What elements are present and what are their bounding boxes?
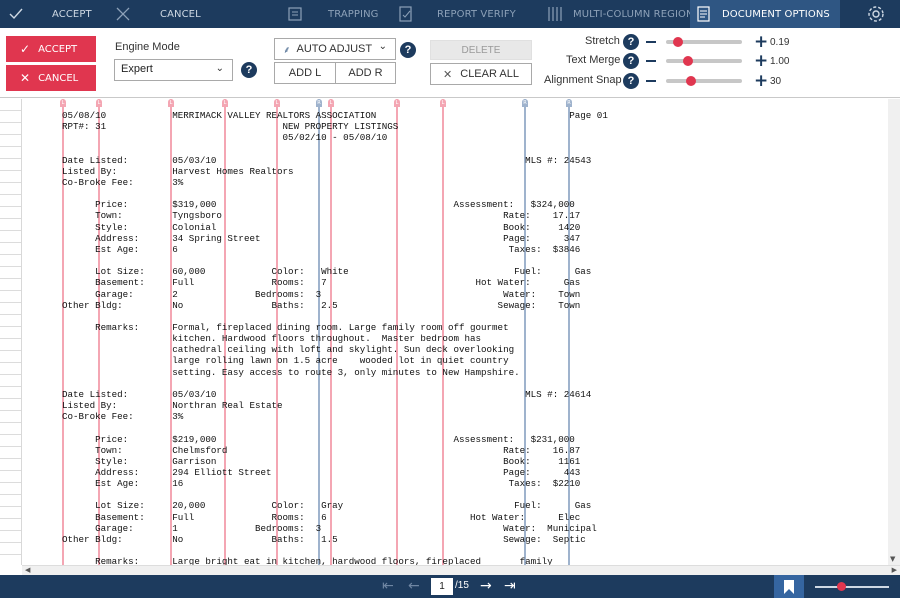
line-ruler	[0, 99, 22, 565]
fit-page-button[interactable]	[774, 575, 804, 598]
bottom-bar: ⇤ ← 1 /15 → ⇥	[0, 575, 900, 598]
column-marker-l[interactable]: L	[60, 99, 66, 107]
column-marker-l[interactable]: L	[222, 99, 228, 107]
magic-wand-icon: ⸙	[283, 45, 291, 56]
alignment-snap-label: Alignment Snap	[544, 74, 622, 86]
engine-mode-select[interactable]: Expert ⌄	[114, 59, 233, 81]
first-page-icon[interactable]: ⇤	[382, 578, 394, 594]
text-merge-increase-icon[interactable]: +	[754, 53, 768, 70]
delete-button[interactable]: DELETE	[430, 40, 532, 60]
scroll-left-icon[interactable]: ◀	[25, 566, 30, 574]
column-marker-l[interactable]: L	[394, 99, 400, 107]
toolbar-cancel-label: CANCEL	[160, 8, 201, 20]
add-l-label: ADD L	[288, 67, 322, 79]
zoom-slider[interactable]	[815, 582, 889, 591]
delete-label: DELETE	[461, 44, 501, 56]
toolbar-cancel-button[interactable]: CANCEL	[160, 0, 201, 28]
text-merge-decrease-icon[interactable]	[646, 60, 656, 62]
next-page-icon[interactable]: →	[480, 578, 492, 594]
alignment-snap-value: 30	[770, 76, 782, 87]
toolbar-accept-button[interactable]: ACCEPT	[52, 0, 92, 28]
alignment-snap-increase-icon[interactable]: +	[754, 73, 768, 90]
cancel-button[interactable]: ✕ CANCEL	[6, 65, 96, 91]
auto-adjust-dropdown[interactable]: ⸙ AUTO ADJUST ⌄	[274, 38, 396, 60]
alignment-snap-help-icon[interactable]: ?	[623, 73, 639, 89]
document-viewport[interactable]: LLLLLRLLLRR 05/08/10 MERRIMACK VALLEY RE…	[0, 99, 900, 565]
accept-label: ACCEPT	[38, 43, 78, 55]
add-l-button[interactable]: ADD L	[274, 62, 336, 84]
engine-mode-help-icon[interactable]: ?	[241, 62, 257, 78]
add-r-button[interactable]: ADD R	[335, 62, 396, 84]
settings-gear-icon[interactable]	[866, 0, 886, 28]
column-marker-l[interactable]: L	[440, 99, 446, 107]
column-marker-r[interactable]: R	[566, 99, 572, 107]
stretch-slider-thumb[interactable]	[672, 37, 683, 47]
clear-all-button[interactable]: ✕ CLEAR ALL	[430, 63, 532, 85]
report-verify-icon	[398, 6, 414, 22]
document-options-icon	[696, 6, 712, 22]
scroll-right-icon[interactable]: ▶	[892, 566, 897, 574]
column-marker-l[interactable]: L	[168, 99, 174, 107]
engine-mode-label: Engine Mode	[115, 41, 180, 53]
alignment-snap-slider[interactable]	[666, 76, 742, 86]
top-toolbar: ACCEPT CANCEL TRAPPING REPORT VERIFY MUL…	[0, 0, 900, 28]
app-window: ACCEPT CANCEL TRAPPING REPORT VERIFY MUL…	[0, 0, 900, 598]
stretch-value: 0.19	[770, 37, 790, 48]
stretch-label: Stretch	[585, 35, 620, 47]
document-options-button[interactable]: DOCUMENT OPTIONS	[690, 0, 840, 28]
document-text: 05/08/10 MERRIMACK VALLEY REALTORS ASSOC…	[62, 110, 608, 565]
report-verify-button[interactable]: REPORT VERIFY	[398, 0, 516, 28]
alignment-snap-decrease-icon[interactable]	[646, 80, 656, 82]
document-options-panel: ✓ ACCEPT ✕ CANCEL Engine Mode Expert ⌄ ? ⸙…	[0, 28, 900, 98]
text-merge-slider[interactable]	[666, 56, 742, 66]
cancel-label: CANCEL	[38, 72, 79, 84]
multi-column-label: MULTI-COLUMN REGION	[573, 8, 694, 20]
document-page[interactable]: LLLLLRLLLRR 05/08/10 MERRIMACK VALLEY RE…	[22, 99, 888, 565]
trapping-label: TRAPPING	[328, 8, 379, 20]
columns-icon	[547, 6, 563, 22]
page-number-input[interactable]: 1	[431, 578, 453, 595]
auto-adjust-help-icon[interactable]: ?	[400, 42, 416, 58]
engine-mode-value: Expert	[121, 63, 153, 75]
document-options-label: DOCUMENT OPTIONS	[722, 8, 830, 20]
chevron-down-icon: ⌄	[378, 41, 387, 52]
stretch-help-icon[interactable]: ?	[623, 34, 639, 50]
stretch-increase-icon[interactable]: +	[754, 34, 768, 51]
alignment-snap-slider-thumb[interactable]	[685, 76, 696, 86]
text-merge-value: 1.00	[770, 56, 790, 67]
trapping-button[interactable]: TRAPPING	[287, 0, 379, 28]
bookmark-icon	[784, 579, 794, 594]
page-total: /15	[455, 580, 469, 591]
zoom-slider-thumb[interactable]	[837, 582, 846, 591]
chevron-down-icon: ⌄	[215, 63, 224, 74]
last-page-icon[interactable]: ⇥	[504, 578, 516, 594]
toolbar-accept-label: ACCEPT	[52, 8, 92, 20]
stretch-slider[interactable]	[666, 37, 742, 47]
column-marker-l[interactable]: L	[96, 99, 102, 107]
close-icon: ✕	[443, 68, 453, 81]
auto-adjust-label: AUTO ADJUST	[296, 43, 373, 55]
trapping-icon	[287, 6, 303, 22]
previous-page-icon[interactable]: ←	[408, 578, 420, 594]
multi-column-region-button[interactable]: MULTI-COLUMN REGION	[547, 0, 694, 28]
text-merge-label: Text Merge	[566, 54, 621, 66]
accept-button[interactable]: ✓ ACCEPT	[6, 36, 96, 62]
accept-check-icon[interactable]	[0, 0, 32, 28]
text-merge-slider-thumb[interactable]	[682, 56, 693, 66]
column-marker-l[interactable]: L	[274, 99, 280, 107]
horizontal-scrollbar[interactable]: ◀ ▶	[22, 565, 900, 575]
toolbar-cancel-icon[interactable]	[116, 0, 130, 28]
column-marker-l[interactable]: L	[328, 99, 334, 107]
report-verify-label: REPORT VERIFY	[437, 8, 516, 20]
text-merge-help-icon[interactable]: ?	[623, 53, 639, 69]
add-r-label: ADD R	[348, 67, 383, 79]
column-marker-r[interactable]: R	[522, 99, 528, 107]
clear-all-label: CLEAR ALL	[460, 68, 519, 80]
stretch-decrease-icon[interactable]	[646, 41, 656, 43]
vertical-scrollbar[interactable]: ▼	[888, 99, 900, 565]
close-icon: ✕	[20, 71, 31, 85]
scroll-down-icon[interactable]: ▼	[890, 555, 895, 563]
check-icon: ✓	[20, 42, 31, 56]
column-marker-r[interactable]: R	[316, 99, 322, 107]
